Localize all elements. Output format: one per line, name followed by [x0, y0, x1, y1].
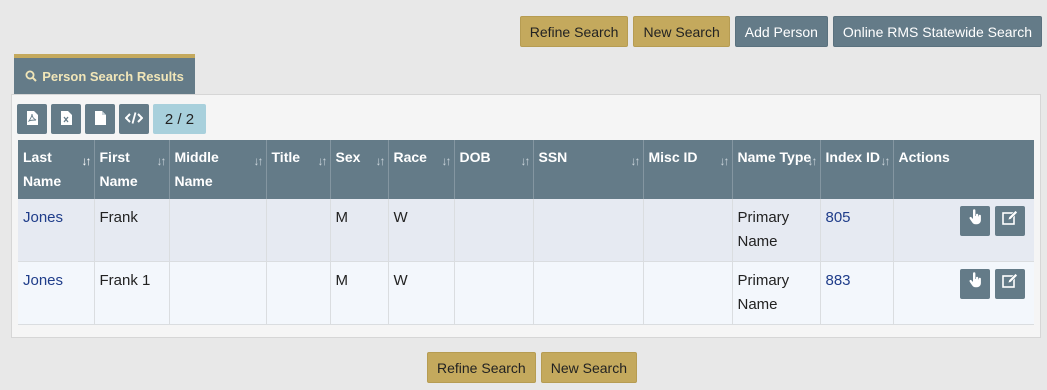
cell-sex: M: [330, 261, 389, 325]
cell-title: [266, 261, 331, 325]
sort-icon: ↓↑: [630, 154, 641, 168]
cell-misc-id: [643, 261, 733, 325]
select-button[interactable]: [960, 269, 990, 299]
column-header-title[interactable]: Title ↓↑: [266, 140, 331, 199]
cell-dob: [454, 261, 534, 325]
column-header-name-type[interactable]: Name Type ↓↑: [732, 140, 821, 199]
column-header-first-name[interactable]: First Name ↓↑: [94, 140, 170, 199]
cell-index-id: 805: [820, 199, 894, 262]
code-icon: [124, 111, 144, 127]
table-row: Jones Frank M W Primary Name 805: [18, 199, 1034, 262]
results-panel: 2 / 2 Last Name ↓↑ First Name ↓↑ Middle Na…: [11, 94, 1041, 338]
cell-sex: M: [330, 199, 389, 262]
top-actions: Refine Search New Search Add Person Onli…: [519, 16, 1042, 47]
table-header-row: Last Name ↓↑ First Name ↓↑ Middle Name ↓↑ T…: [18, 140, 1034, 199]
cell-last-name: Jones: [18, 199, 95, 262]
sort-icon: ↓↑: [375, 154, 386, 168]
cell-last-name: Jones: [18, 261, 95, 325]
sort-icon: ↓↑: [81, 154, 92, 168]
add-person-button[interactable]: Add Person: [734, 16, 828, 47]
edit-icon: [1002, 209, 1018, 233]
column-header-index-id[interactable]: Index ID ↓↑: [820, 140, 894, 199]
pdf-file-icon: [26, 110, 38, 128]
cell-name-type: Primary Name: [732, 261, 821, 325]
excel-file-icon: [60, 110, 72, 128]
sort-icon: ↓↑: [253, 154, 264, 168]
cell-misc-id: [643, 199, 733, 262]
edit-icon: [1002, 272, 1018, 296]
column-header-race[interactable]: Race ↓↑: [388, 140, 455, 199]
cell-middle-name: [169, 199, 267, 262]
cell-actions: [893, 199, 1034, 262]
table-row: Jones Frank 1 M W Primary Name 883: [18, 261, 1034, 325]
column-header-dob[interactable]: DOB ↓↑: [454, 140, 534, 199]
column-header-misc-id[interactable]: Misc ID ↓↑: [643, 140, 733, 199]
results-table: Last Name ↓↑ First Name ↓↑ Middle Name ↓↑ T…: [18, 140, 1034, 325]
cell-actions: [893, 261, 1034, 325]
refine-search-button[interactable]: Refine Search: [519, 16, 629, 47]
edit-button[interactable]: [995, 206, 1025, 236]
cell-first-name: Frank 1: [94, 261, 170, 325]
pdf-export-button[interactable]: [17, 104, 47, 134]
bottom-actions: Refine Search New Search: [427, 352, 637, 383]
cell-first-name: Frank: [94, 199, 170, 262]
refine-search-button-bottom[interactable]: Refine Search: [427, 352, 536, 383]
new-search-button-bottom[interactable]: New Search: [540, 352, 637, 383]
column-header-sex[interactable]: Sex ↓↑: [330, 140, 389, 199]
index-id-link[interactable]: 805: [826, 209, 851, 226]
sort-icon: ↓↑: [441, 154, 452, 168]
column-header-middle-name[interactable]: Middle Name ↓↑: [169, 140, 267, 199]
cell-ssn: [533, 261, 644, 325]
cell-title: [266, 199, 331, 262]
select-button[interactable]: [960, 206, 990, 236]
sort-icon: ↓↑: [807, 154, 818, 168]
index-id-link[interactable]: 883: [826, 272, 851, 289]
tab-person-search-results[interactable]: Person Search Results: [14, 54, 195, 94]
cell-race: W: [388, 199, 455, 262]
column-header-last-name[interactable]: Last Name ↓↑: [18, 140, 95, 199]
sort-icon: ↓↑: [719, 154, 730, 168]
statewide-search-button[interactable]: Online RMS Statewide Search: [832, 16, 1042, 47]
sort-icon: ↓↑: [317, 154, 328, 168]
search-icon: [25, 70, 37, 82]
sort-icon: ↓↑: [156, 154, 167, 168]
cell-ssn: [533, 199, 644, 262]
person-link[interactable]: Jones: [23, 272, 63, 289]
document-icon: [94, 110, 106, 128]
document-export-button[interactable]: [85, 104, 115, 134]
column-header-ssn[interactable]: SSN ↓↑: [533, 140, 644, 199]
column-header-actions: Actions: [893, 140, 1034, 199]
sort-icon: ↓↑: [880, 154, 891, 168]
sort-icon: ↓↑: [520, 154, 531, 168]
export-toolbar: 2 / 2: [17, 104, 206, 134]
cell-race: W: [388, 261, 455, 325]
cell-dob: [454, 199, 534, 262]
edit-button[interactable]: [995, 269, 1025, 299]
hand-pointer-icon: [968, 272, 982, 296]
person-link[interactable]: Jones: [23, 209, 63, 226]
page-indicator: 2 / 2: [153, 104, 206, 134]
cell-name-type: Primary Name: [732, 199, 821, 262]
new-search-button[interactable]: New Search: [633, 16, 730, 47]
hand-pointer-icon: [968, 209, 982, 233]
cell-middle-name: [169, 261, 267, 325]
code-export-button[interactable]: [119, 104, 149, 134]
excel-export-button[interactable]: [51, 104, 81, 134]
cell-index-id: 883: [820, 261, 894, 325]
tab-label: Person Search Results: [42, 68, 184, 84]
